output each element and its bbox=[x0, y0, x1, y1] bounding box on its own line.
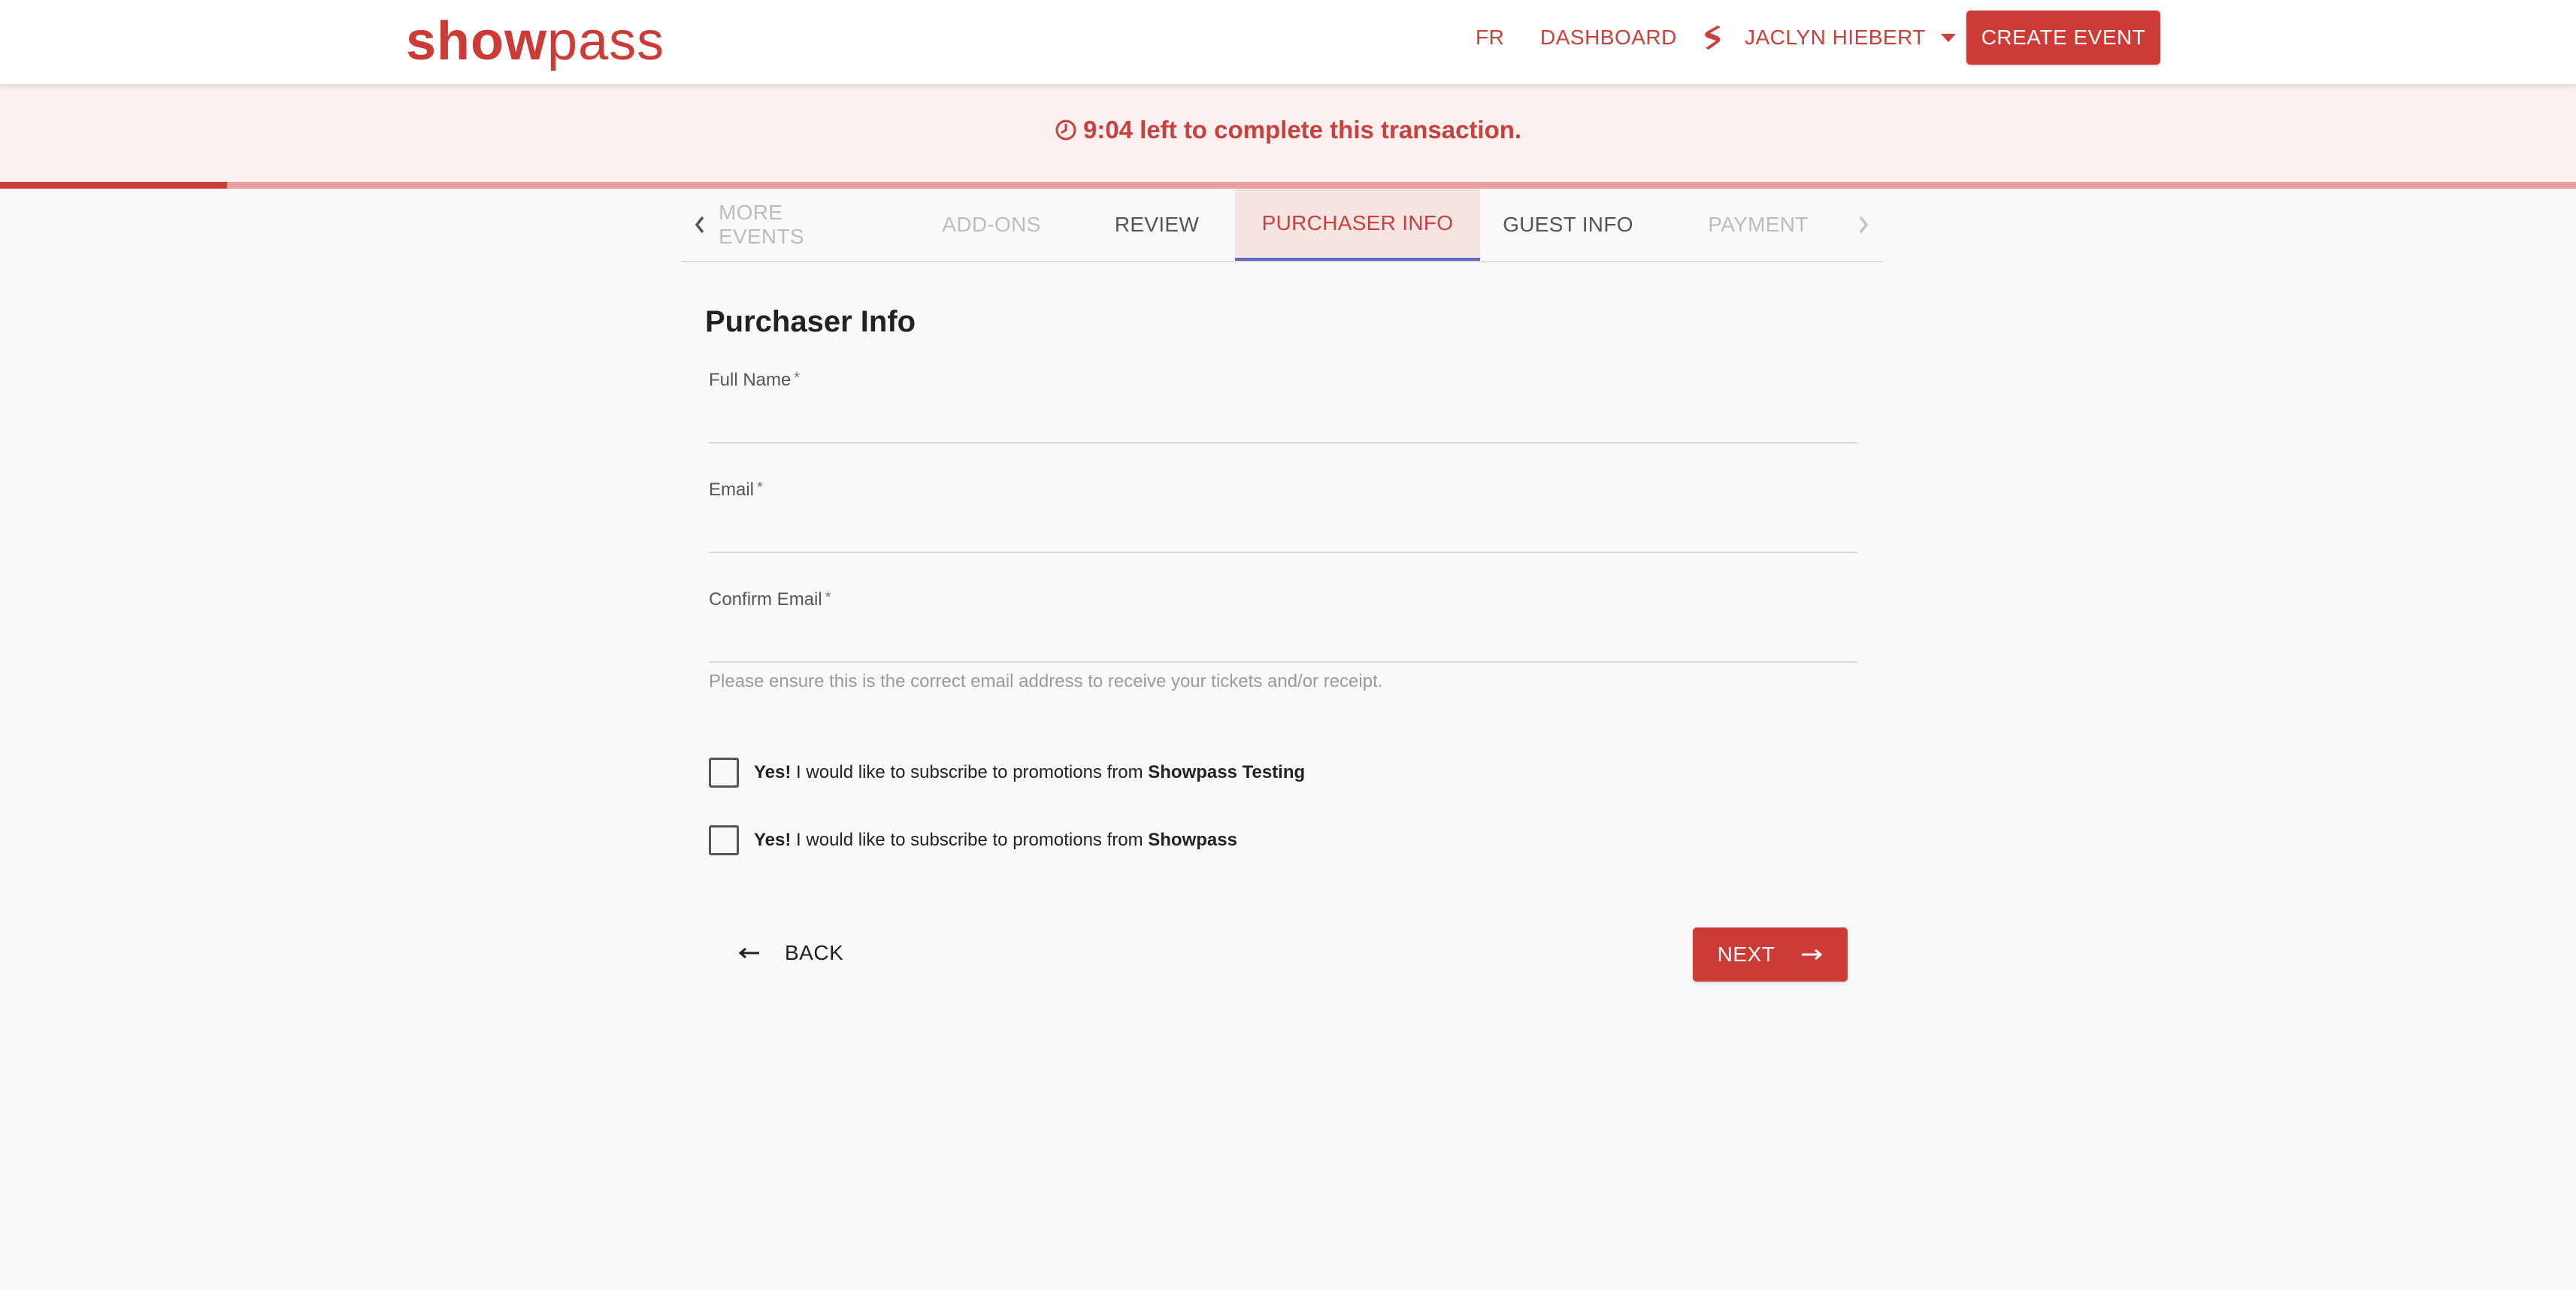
subscribe-text: I would like to subscribe to promotions … bbox=[796, 830, 1143, 850]
time-progress-fill bbox=[0, 182, 227, 189]
arrow-left-icon bbox=[738, 947, 759, 959]
top-header: showpass FR DASHBOARD JACLYN HIEBERT CRE… bbox=[0, 0, 2576, 84]
back-label: BACK bbox=[785, 941, 844, 964]
email-hint: Please ensure this is the correct email … bbox=[709, 671, 1383, 691]
tabs-scroll-right[interactable] bbox=[1845, 189, 1882, 261]
create-event-button[interactable]: CREATE EVENT bbox=[1966, 11, 2160, 65]
subscribe-yes: Yes! bbox=[754, 830, 792, 850]
tabs-scroll-left[interactable] bbox=[681, 189, 719, 261]
full-name-label-text: Full Name bbox=[709, 370, 792, 390]
tab-guest-info[interactable]: GUEST INFO bbox=[1500, 189, 1636, 261]
tab-purchaser-info[interactable]: PURCHASER INFO bbox=[1235, 189, 1480, 261]
subscribe-option-2[interactable]: Yes! I would like to subscribe to promot… bbox=[709, 825, 1237, 855]
required-mark: * bbox=[825, 589, 831, 606]
email-input[interactable] bbox=[709, 520, 1857, 553]
back-button[interactable]: BACK bbox=[738, 930, 843, 976]
timer-banner: 9:04 left to complete this transaction. bbox=[0, 84, 2576, 182]
logo-text-light: pass bbox=[547, 11, 665, 71]
next-button[interactable]: NEXT bbox=[1693, 927, 1848, 982]
full-name-label: Full Name * bbox=[709, 370, 800, 391]
confirm-email-label: Confirm Email * bbox=[709, 589, 831, 610]
subscribe-text: I would like to subscribe to promotions … bbox=[796, 762, 1143, 782]
arrow-right-icon bbox=[1802, 949, 1823, 961]
required-mark: * bbox=[757, 480, 763, 496]
email-label-text: Email bbox=[709, 480, 755, 500]
language-link[interactable]: FR bbox=[1476, 0, 1504, 75]
subscribe-checkbox-2[interactable] bbox=[709, 825, 739, 855]
email-label: Email * bbox=[709, 480, 763, 501]
subscribe-yes: Yes! bbox=[754, 762, 792, 782]
clock-icon bbox=[1055, 120, 1076, 141]
tab-review[interactable]: REVIEW bbox=[1100, 189, 1213, 261]
timer-message: 9:04 left to complete this transaction. bbox=[0, 116, 2576, 144]
showpass-logo[interactable]: showpass bbox=[406, 8, 664, 75]
required-mark: * bbox=[794, 370, 801, 386]
full-name-input[interactable] bbox=[709, 410, 1857, 443]
showpass-brand-icon bbox=[1705, 26, 1721, 50]
tab-add-ons[interactable]: ADD-ONS bbox=[935, 189, 1048, 261]
tab-more-events[interactable]: MORE EVENTS bbox=[719, 189, 860, 261]
subscribe-label-2: Yes! I would like to subscribe to promot… bbox=[754, 830, 1237, 851]
dashboard-link[interactable]: DASHBOARD bbox=[1540, 0, 1677, 75]
subscribe-org-2: Showpass bbox=[1148, 830, 1237, 850]
chevron-right-icon bbox=[1859, 216, 1869, 234]
page-title: Purchaser Info bbox=[705, 305, 916, 338]
next-label: NEXT bbox=[1717, 943, 1775, 966]
confirm-email-label-text: Confirm Email bbox=[709, 589, 822, 610]
logo-text-bold: show bbox=[406, 11, 548, 71]
subscribe-org-1: Showpass Testing bbox=[1148, 762, 1306, 782]
subscribe-checkbox-1[interactable] bbox=[709, 758, 739, 788]
timer-text: 9:04 left to complete this transaction. bbox=[1082, 116, 1522, 144]
caret-down-icon bbox=[1940, 33, 1956, 42]
checkout-steps-tabs: MORE EVENTS ADD-ONS REVIEW PURCHASER INF… bbox=[681, 189, 1884, 262]
subscribe-option-1[interactable]: Yes! I would like to subscribe to promot… bbox=[709, 758, 1305, 788]
confirm-email-input[interactable] bbox=[709, 630, 1857, 663]
user-name: JACLYN HIEBERT bbox=[1745, 26, 1926, 49]
tab-payment[interactable]: PAYMENT bbox=[1696, 189, 1821, 261]
subscribe-label-1: Yes! I would like to subscribe to promot… bbox=[754, 762, 1305, 783]
user-menu[interactable]: JACLYN HIEBERT bbox=[1701, 0, 1956, 75]
time-progress-bar bbox=[0, 182, 2576, 189]
chevron-left-icon bbox=[695, 216, 704, 234]
